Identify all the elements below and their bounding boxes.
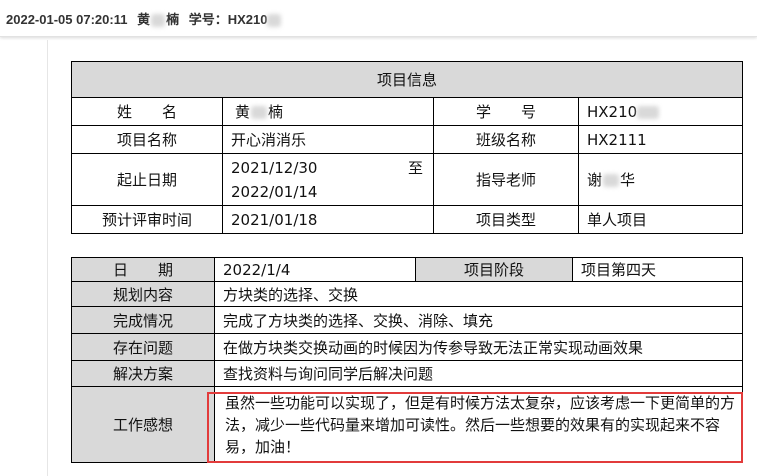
done-label: 完成情况 bbox=[71, 306, 215, 334]
issue-value: 在做方块类交换动画的时候因为传参导致无法正常实现动画效果 bbox=[214, 333, 743, 361]
done-value: 完成了方块类的选择、交换、消除、填充 bbox=[214, 306, 743, 334]
log-date-value: 2022/1/4 bbox=[214, 257, 416, 282]
advisor-label: 指导老师 bbox=[433, 153, 579, 206]
solution-label: 解决方案 bbox=[71, 360, 215, 387]
student-id-value: HX210 bbox=[577, 97, 744, 126]
project-type-value: 单人项目 bbox=[577, 205, 744, 234]
student-id: 学号：HX210 bbox=[189, 12, 282, 28]
project-name-label: 项目名称 bbox=[71, 125, 223, 154]
student-name: 黄楠 bbox=[137, 12, 180, 28]
top-bar: 2022-01-05 07:20:11 黄楠 学号：HX210 bbox=[0, 0, 757, 37]
solution-value: 查找资料与询问同学后解决问题 bbox=[214, 360, 743, 387]
stage-value: 项目第四天 bbox=[572, 257, 743, 282]
submission-meta: 2022-01-05 07:20:11 黄楠 学号：HX210 bbox=[6, 9, 287, 28]
name-value: 黄楠 bbox=[222, 97, 434, 126]
class-label: 班级名称 bbox=[433, 125, 579, 154]
log-date-label: 日 期 bbox=[71, 257, 215, 282]
project-name-value: 开心消消乐 bbox=[222, 125, 434, 154]
plan-value: 方块类的选择、交换 bbox=[214, 281, 743, 307]
page-divider bbox=[47, 40, 48, 476]
review-time-value: 2021/01/18 bbox=[222, 205, 434, 234]
date-range-value: 2021/12/30 至 2022/01/14 bbox=[222, 153, 434, 206]
issue-label: 存在问题 bbox=[71, 333, 215, 361]
plan-label: 规划内容 bbox=[71, 281, 215, 307]
student-id-label: 学 号 bbox=[433, 97, 579, 126]
submission-datetime: 2022-01-05 07:20:11 bbox=[6, 12, 128, 27]
daily-log-table: 日 期 2022/1/4 项目阶段 项目第四天 规划内容 方块类的选择、交换 完… bbox=[71, 257, 743, 463]
feedback-label: 工作感想 bbox=[71, 386, 215, 463]
date-range-label: 起止日期 bbox=[71, 153, 223, 206]
feedback-value: 虽然一些功能可以实现了，但是有时候方法太复杂，应该考虑一下更简单的方法，减少一些… bbox=[214, 386, 743, 463]
name-label: 姓 名 bbox=[71, 97, 223, 126]
project-info-title: 项目信息 bbox=[70, 61, 744, 98]
review-time-label: 预计评审时间 bbox=[71, 205, 223, 234]
advisor-value: 谢华 bbox=[577, 153, 744, 206]
class-value: HX2111 bbox=[577, 125, 744, 154]
stage-label: 项目阶段 bbox=[415, 257, 573, 282]
project-type-label: 项目类型 bbox=[433, 205, 579, 234]
project-info-table: 项目信息 姓 名 黄楠 学 号 HX210 项目名称 开心消消乐 班级名称 HX… bbox=[70, 61, 744, 234]
